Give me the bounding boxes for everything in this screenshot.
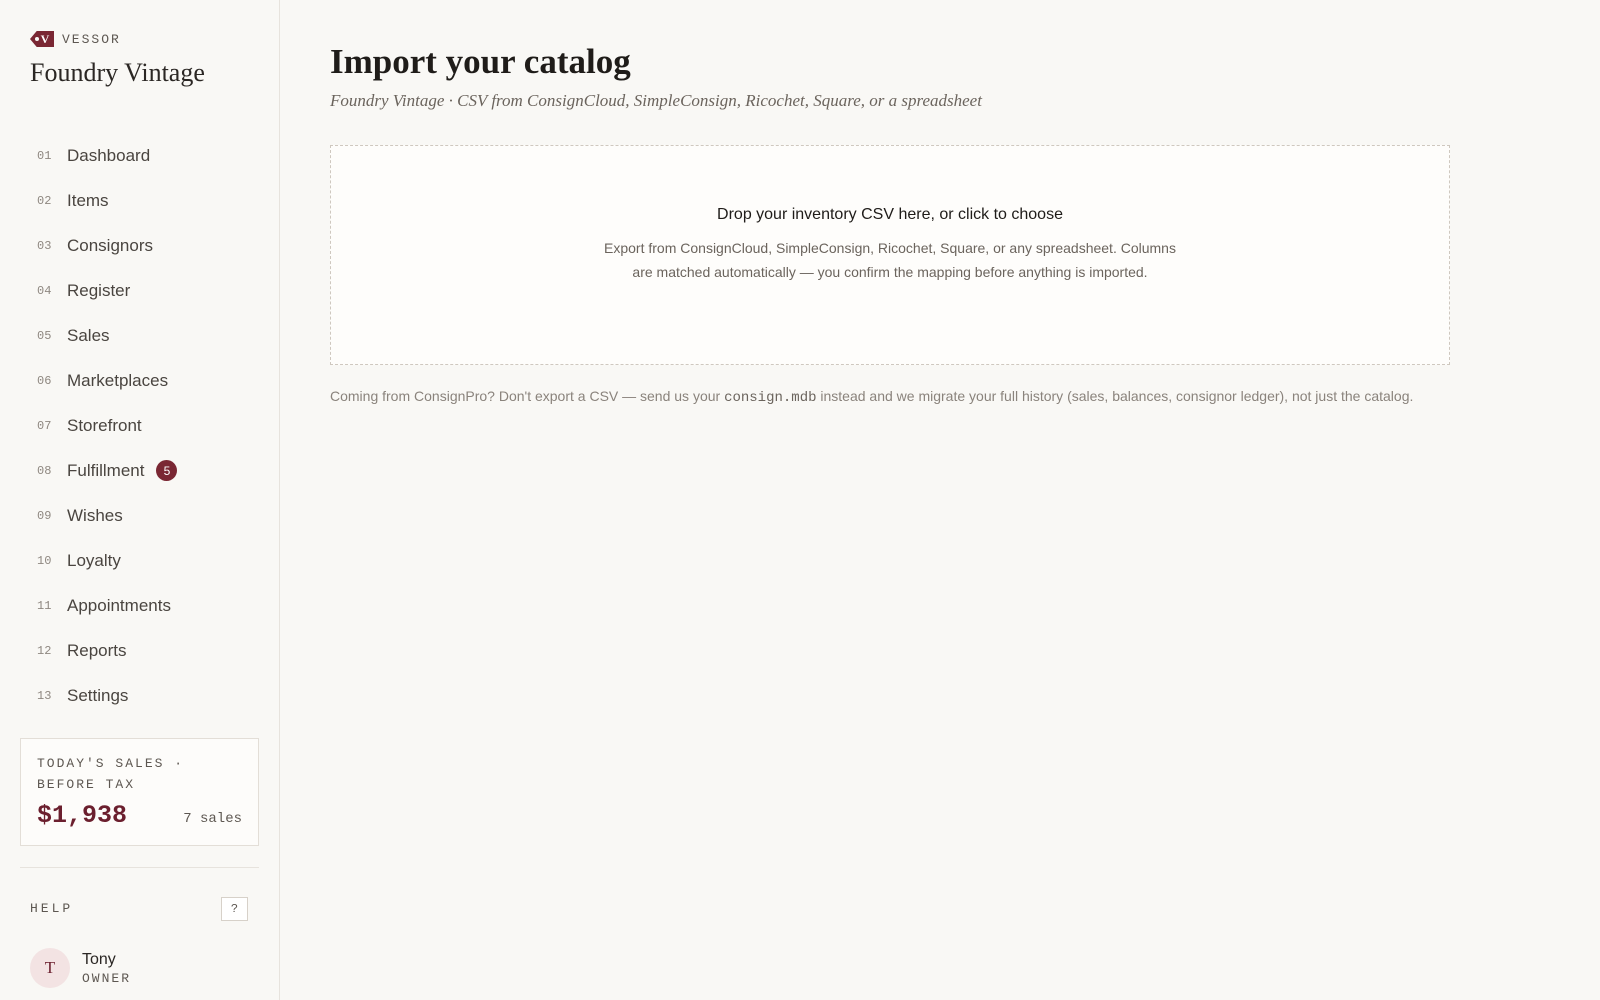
nav-number: 02 bbox=[37, 193, 52, 208]
sidebar-item-consignors[interactable]: 03 Consignors bbox=[28, 223, 260, 268]
filename-code: consign.mdb bbox=[724, 390, 817, 406]
nav-number: 13 bbox=[37, 688, 52, 703]
nav-number: 10 bbox=[37, 553, 52, 568]
nav-number: 01 bbox=[37, 148, 52, 163]
sidebar-item-loyalty[interactable]: 10 Loyalty bbox=[28, 538, 260, 583]
brand-name: VESSOR bbox=[62, 31, 121, 47]
dropzone-title: Drop your inventory CSV here, or click t… bbox=[717, 206, 1063, 223]
sidebar-item-settings[interactable]: 13 Settings bbox=[28, 673, 260, 718]
nav-number: 12 bbox=[37, 643, 52, 658]
sidebar-item-marketplaces[interactable]: 06 Marketplaces bbox=[28, 358, 260, 403]
csv-dropzone[interactable]: Drop your inventory CSV here, or click t… bbox=[330, 145, 1450, 365]
sidebar-item-storefront[interactable]: 07 Storefront bbox=[28, 403, 260, 448]
nav-number: 08 bbox=[37, 463, 52, 478]
sidebar-item-appointments[interactable]: 11 Appointments bbox=[28, 583, 260, 628]
nav-number: 04 bbox=[37, 283, 52, 298]
sidebar: V VESSOR Foundry Vintage 01 Dashboard 02 I… bbox=[0, 0, 280, 1000]
note-text-before: Coming from ConsignPro? Don't export a C… bbox=[330, 388, 725, 404]
sales-card-title: TODAY'S SALES · BEFORE TAX bbox=[37, 756, 185, 792]
nav-label: Fulfillment bbox=[67, 460, 145, 480]
sidebar-item-sales[interactable]: 05 Sales bbox=[28, 313, 260, 358]
nav-label: Loyalty bbox=[67, 550, 121, 570]
nav-label: Sales bbox=[67, 325, 110, 345]
nav-label: Appointments bbox=[67, 595, 171, 615]
nav-number: 09 bbox=[37, 508, 52, 523]
nav-label: Register bbox=[67, 280, 131, 300]
nav-label: Marketplaces bbox=[67, 370, 169, 390]
help-button[interactable]: ? bbox=[221, 897, 248, 921]
user-role: OWNER bbox=[82, 970, 132, 986]
store-name: Foundry Vintage bbox=[30, 58, 205, 87]
nav-number: 06 bbox=[37, 373, 52, 388]
nav-label: Consignors bbox=[67, 235, 153, 255]
note-text-after: instead and we migrate your full history… bbox=[816, 388, 1414, 404]
nav-number: 03 bbox=[37, 238, 52, 253]
dropzone-description: Export from ConsignCloud, SimpleConsign,… bbox=[604, 240, 1176, 280]
nav-label: Settings bbox=[67, 685, 129, 705]
price-tag-logo-icon: V bbox=[30, 31, 54, 47]
page-subtitle: Foundry Vintage · CSV from ConsignCloud,… bbox=[330, 91, 982, 110]
nav-number: 11 bbox=[37, 598, 52, 613]
sidebar-item-dashboard[interactable]: 01 Dashboard bbox=[28, 133, 260, 178]
nav-label: Dashboard bbox=[67, 145, 151, 165]
nav-label: Wishes bbox=[67, 505, 123, 525]
nav-number: 05 bbox=[37, 328, 52, 343]
brand[interactable]: V VESSOR bbox=[30, 31, 121, 47]
consignpro-migration-note: Coming from ConsignPro? Don't export a C… bbox=[330, 384, 1450, 411]
sidebar-nav: 01 Dashboard 02 Items 03 Consignors 04 Regis… bbox=[28, 133, 260, 718]
sidebar-item-items[interactable]: 02 Items bbox=[28, 178, 260, 223]
sidebar-item-register[interactable]: 04 Register bbox=[28, 268, 260, 313]
avatar: T bbox=[30, 948, 70, 988]
help-label: HELP bbox=[30, 901, 74, 916]
sidebar-divider bbox=[20, 867, 259, 868]
sidebar-item-wishes[interactable]: 09 Wishes bbox=[28, 493, 260, 538]
page-title: Import your catalog bbox=[330, 42, 631, 81]
sidebar-item-fulfillment[interactable]: 08 Fulfillment 5 bbox=[28, 448, 260, 493]
sales-amount: $1,938 bbox=[37, 801, 128, 830]
todays-sales-card[interactable]: TODAY'S SALES · BEFORE TAX $1,938 7 sale… bbox=[20, 738, 259, 846]
user-profile[interactable]: T Tony OWNER bbox=[30, 948, 131, 988]
nav-number: 07 bbox=[37, 418, 52, 433]
sales-count: 7 sales bbox=[183, 811, 242, 827]
nav-label: Reports bbox=[67, 640, 127, 660]
fulfillment-count-badge: 5 bbox=[156, 460, 178, 481]
sidebar-item-reports[interactable]: 12 Reports bbox=[28, 628, 260, 673]
nav-label: Storefront bbox=[67, 415, 142, 435]
nav-label: Items bbox=[67, 190, 109, 210]
user-name: Tony bbox=[82, 950, 116, 968]
